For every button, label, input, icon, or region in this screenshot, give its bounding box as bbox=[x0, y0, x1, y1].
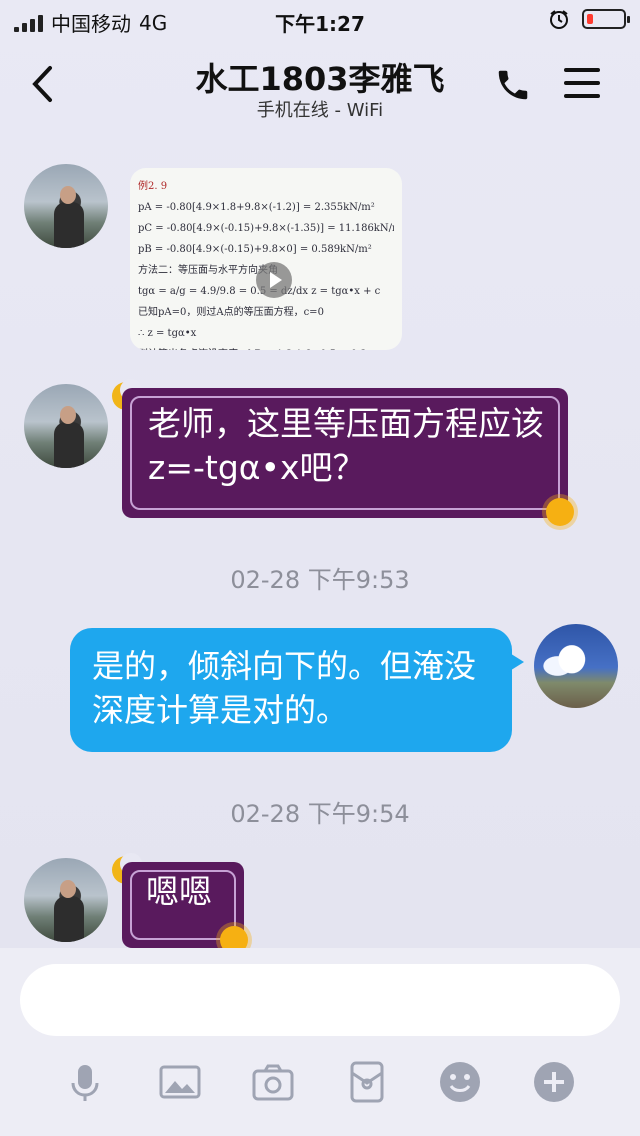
phone-icon[interactable] bbox=[494, 66, 532, 104]
chat-header: 水工1803李雅飞 手机在线 - WiFi bbox=[0, 40, 640, 124]
emoji-icon[interactable] bbox=[436, 1058, 484, 1106]
battery-icon bbox=[582, 9, 630, 29]
message-text: 老师，这里等压面方程应该z=-tgα•x吧？ bbox=[148, 404, 544, 487]
contact-avatar[interactable] bbox=[24, 858, 108, 942]
message-text: 是的，倾斜向下的。但淹没深度计算是对的。 bbox=[92, 647, 477, 729]
plus-icon[interactable] bbox=[530, 1058, 578, 1106]
online-status: 手机在线 - WiFi bbox=[256, 100, 384, 121]
image-text-line: pC = -0.80[4.9×(-0.15)+9.8×(-1.35)] = 11… bbox=[138, 223, 394, 234]
message-bubble-reply[interactable]: 是的，倾斜向下的。但淹没深度计算是对的。 bbox=[70, 628, 524, 752]
image-icon[interactable] bbox=[156, 1058, 204, 1106]
contact-avatar[interactable] bbox=[24, 164, 108, 248]
image-message[interactable]: 例2. 9 pA = -0.80[4.9×1.8+9.8×(-1.2)] = 2.… bbox=[130, 168, 402, 350]
contact-avatar[interactable] bbox=[24, 384, 108, 468]
message-text: 嗯嗯 bbox=[146, 872, 212, 911]
message-input[interactable] bbox=[20, 964, 620, 1036]
image-text-line: pA = -0.80[4.9×1.8+9.8×(-1.2)] = 2.355kN… bbox=[138, 202, 375, 213]
alarm-icon bbox=[550, 10, 568, 29]
message-time: 02-28 下午9:53 bbox=[230, 566, 410, 594]
camera-icon[interactable] bbox=[249, 1058, 297, 1106]
menu-icon[interactable] bbox=[564, 68, 600, 107]
image-text-line: pB = -0.80[4.9×(-0.15)+9.8×0] = 0.589kN/… bbox=[138, 244, 372, 255]
message-time: 02-28 下午9:54 bbox=[230, 800, 410, 828]
image-text-line: 例2. 9 bbox=[138, 181, 168, 192]
my-avatar[interactable] bbox=[534, 624, 618, 708]
message-bubble-question[interactable]: 老师，这里等压面方程应该z=-tgα•x吧？ bbox=[122, 388, 568, 518]
image-text-line: 则计算出各点淹没高度：hB = 1.2-1.8×0.5 = 0.3 bbox=[138, 344, 394, 350]
composer-toolbar bbox=[0, 1058, 640, 1118]
chat-title: 水工1803李雅飞 bbox=[195, 60, 445, 98]
image-text-line: 已知pA=0，则过A点的等压面方程，c=0 bbox=[138, 307, 324, 318]
status-bar: 中国移动 4G 下午1:27 bbox=[0, 0, 640, 40]
status-time: 下午1:27 bbox=[275, 12, 365, 36]
red-packet-icon[interactable] bbox=[343, 1058, 391, 1106]
microphone-icon[interactable] bbox=[61, 1058, 109, 1106]
play-icon[interactable] bbox=[256, 262, 292, 298]
sun-icon bbox=[546, 498, 574, 526]
image-text-line: ∴ z = tgα•x bbox=[138, 328, 197, 339]
